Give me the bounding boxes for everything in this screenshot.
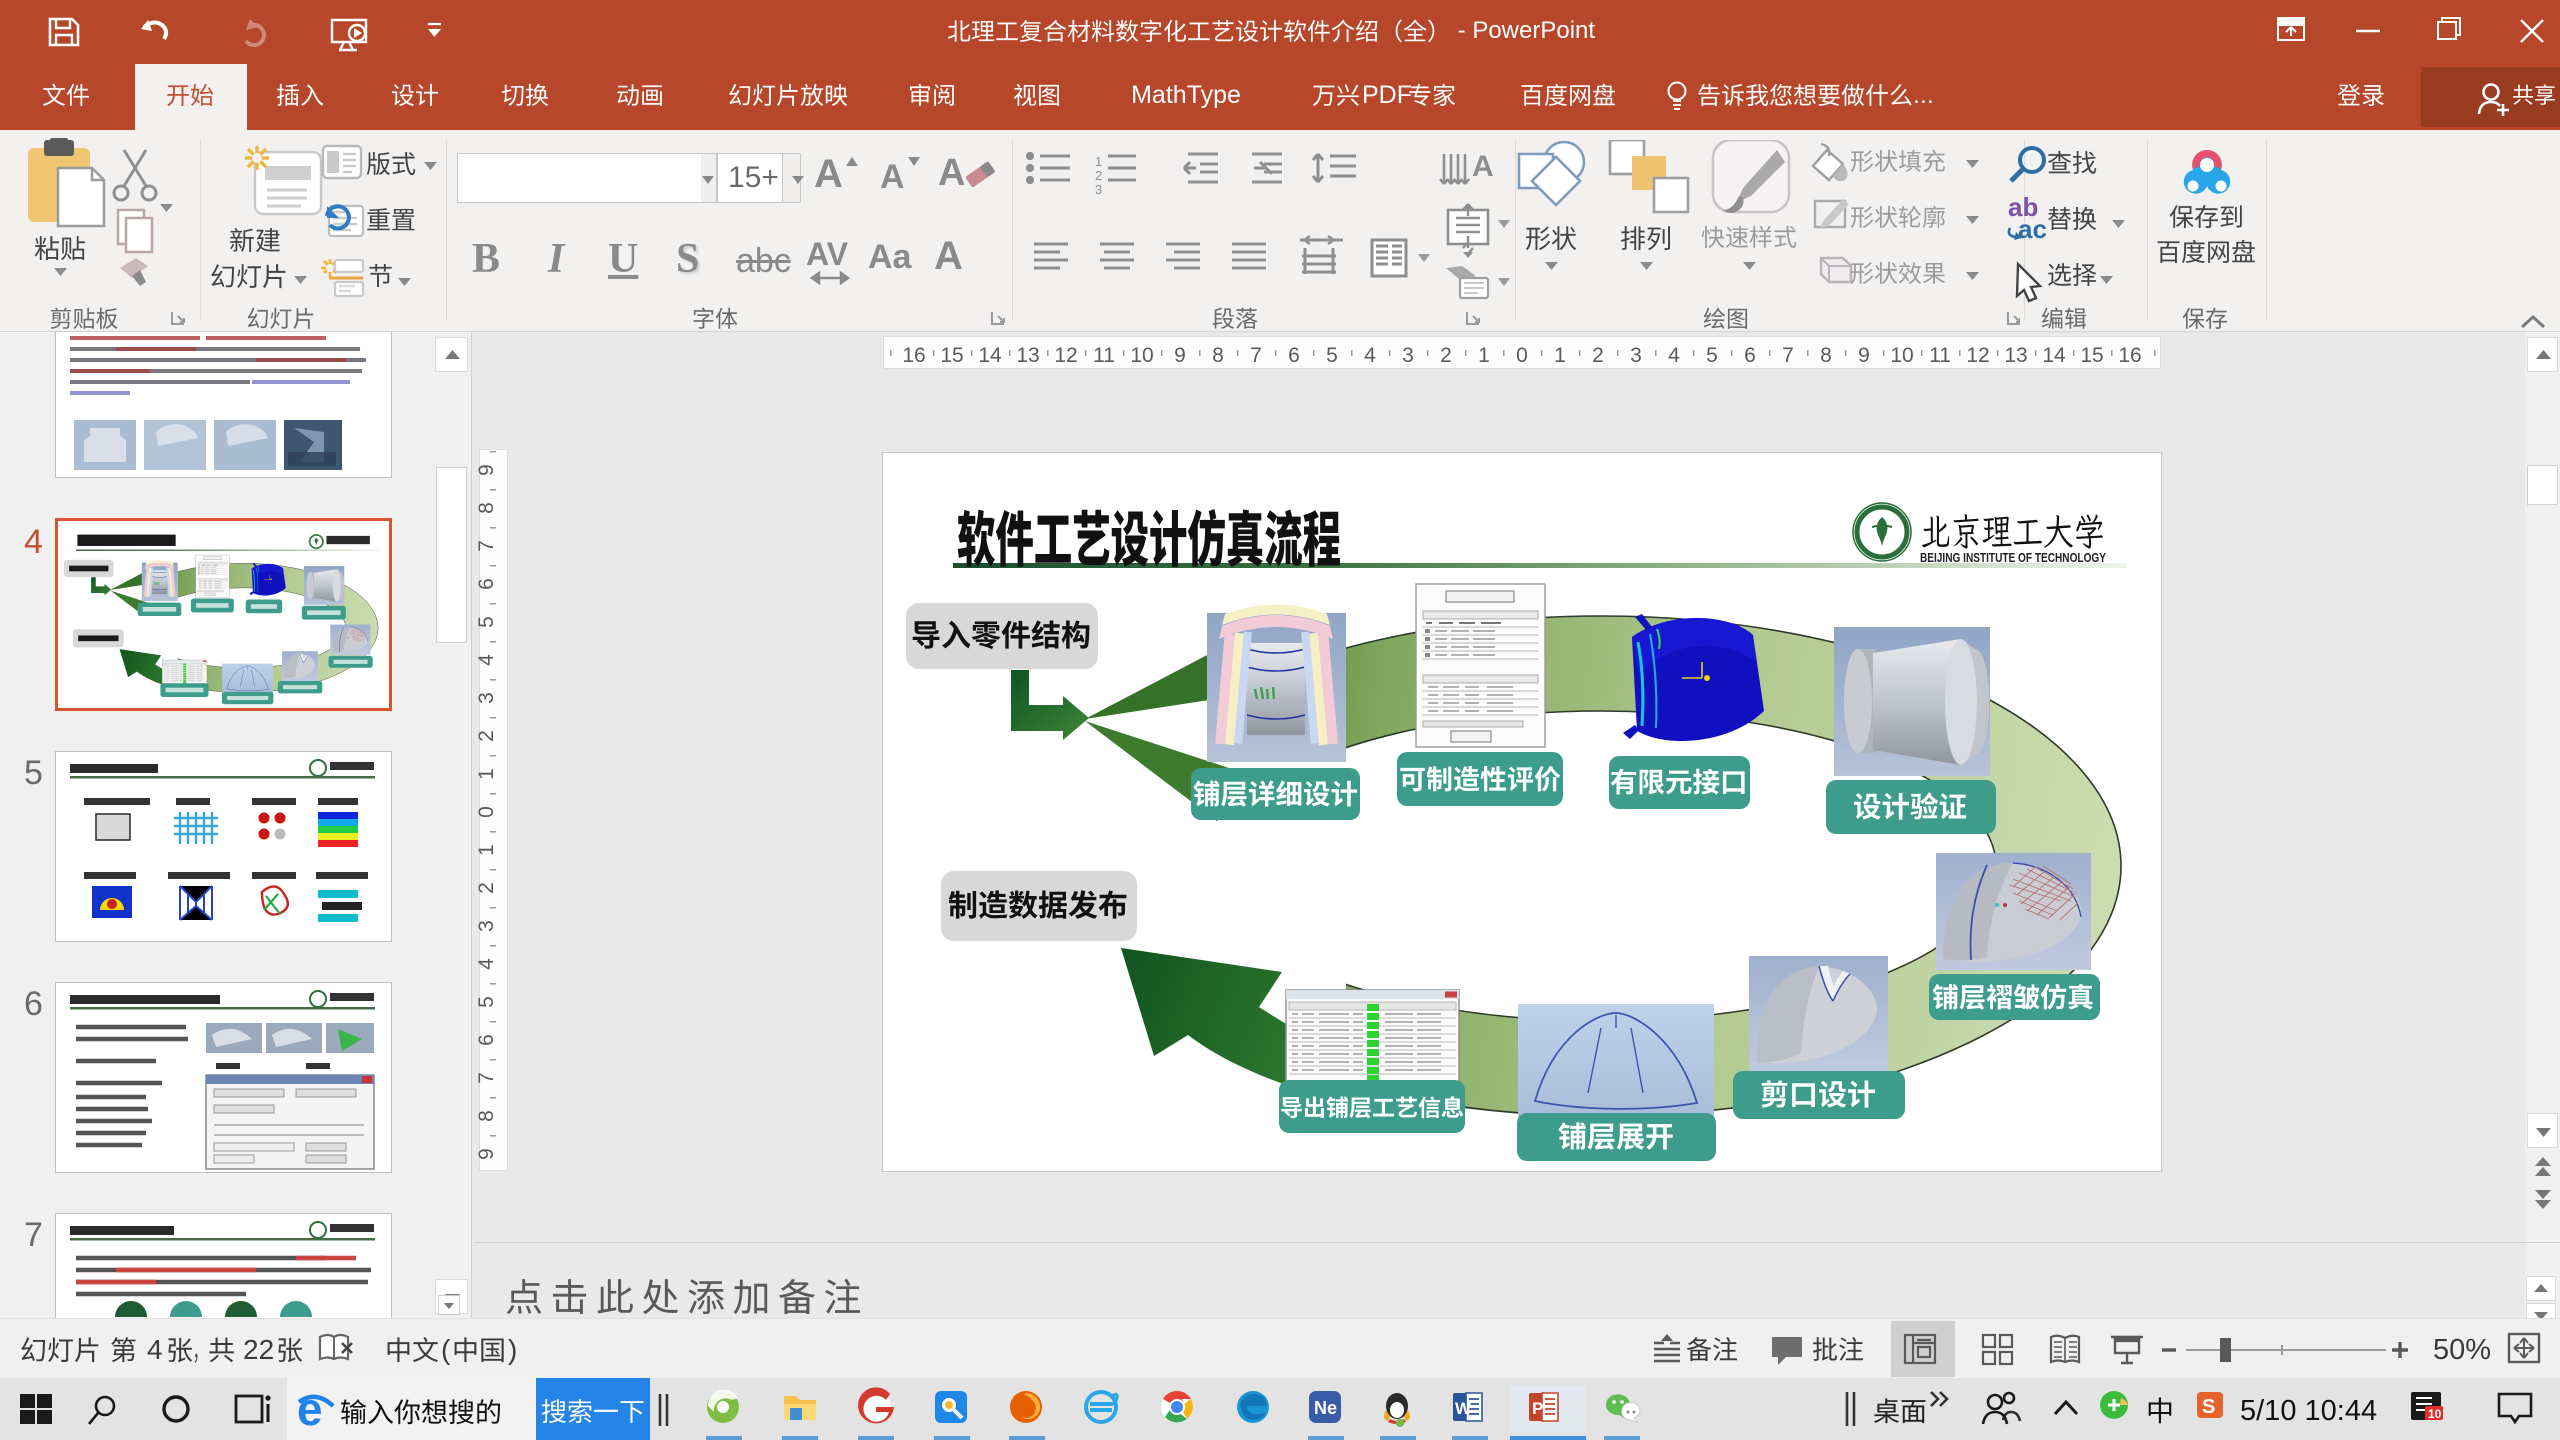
svg-text:9: 9 [1858,344,1870,367]
svg-text:6: 6 [475,1034,498,1046]
svg-text:6: 6 [475,578,498,590]
svg-text:7: 7 [475,540,498,552]
svg-text:4: 4 [475,654,498,666]
svg-text:13: 13 [2004,344,2027,367]
svg-text:14: 14 [2042,344,2066,367]
svg-text:1: 1 [475,768,498,780]
svg-text:5: 5 [24,754,43,792]
svg-text:...: ... [1913,81,1934,109]
svg-text:6: 6 [1288,344,1300,367]
svg-text:6: 6 [1744,344,1756,367]
svg-text:11: 11 [1093,344,1115,367]
svg-text:3: 3 [1095,182,1102,197]
svg-text:9: 9 [475,464,498,476]
svg-text:5: 5 [475,996,498,1008]
svg-text:PDF: PDF [1362,81,1412,109]
svg-text:1: 1 [1095,154,1102,169]
svg-text:11: 11 [1929,344,1951,367]
svg-text:9: 9 [1174,344,1186,367]
svg-text:13: 13 [1016,344,1039,367]
svg-text:): ) [508,1334,517,1365]
svg-text:16: 16 [2118,344,2141,367]
svg-text:12: 12 [1966,344,1989,367]
svg-text:3: 3 [1630,344,1642,367]
svg-text:0: 0 [475,806,498,818]
svg-text:BEIJING INSTITUTE OF TECHNOLOG: BEIJING INSTITUTE OF TECHNOLOGY [1920,551,2107,565]
svg-text:12: 12 [1054,344,1077,367]
svg-text:4: 4 [24,523,43,561]
svg-text:15: 15 [940,344,963,367]
svg-text:16: 16 [902,344,925,367]
svg-text:14: 14 [978,344,1002,367]
svg-text:4: 4 [147,1334,163,1365]
svg-text:3: 3 [1402,344,1414,367]
svg-text:7: 7 [1782,344,1794,367]
svg-text:4: 4 [1364,344,1376,367]
svg-text:4: 4 [1668,344,1680,367]
svg-text:0: 0 [1516,344,1528,367]
svg-text:5/10 10:44: 5/10 10:44 [2240,1395,2377,1427]
svg-text:2: 2 [1095,168,1102,183]
svg-text:15: 15 [2080,344,2103,367]
svg-text:2: 2 [1440,344,1452,367]
svg-text:3: 3 [475,692,498,704]
svg-text:50%: 50% [2433,1334,2491,1366]
svg-text:8: 8 [475,502,498,514]
svg-text:1: 1 [1478,344,1490,367]
svg-text:10: 10 [1890,344,1913,367]
svg-text:2: 2 [1592,344,1604,367]
svg-text:6: 6 [24,985,43,1023]
svg-text:2: 2 [475,730,498,742]
svg-text:4: 4 [475,958,498,970]
svg-text:8: 8 [475,1110,498,1122]
svg-text:22: 22 [243,1334,274,1365]
svg-text:7: 7 [475,1072,498,1084]
svg-text:1: 1 [1554,344,1566,367]
svg-text:1: 1 [475,844,498,856]
svg-text:5: 5 [1326,344,1338,367]
svg-text:5: 5 [1706,344,1718,367]
svg-text:7: 7 [1250,344,1262,367]
svg-text:7: 7 [24,1216,43,1254]
svg-text:8: 8 [1212,344,1224,367]
svg-text:3: 3 [475,920,498,932]
svg-text:2: 2 [475,882,498,894]
svg-text:8: 8 [1820,344,1832,367]
svg-text:10: 10 [1130,344,1153,367]
svg-text:(: ( [441,1334,451,1365]
svg-text:5: 5 [475,616,498,628]
svg-text:MathType: MathType [1131,81,1241,109]
svg-text:9: 9 [475,1148,498,1160]
